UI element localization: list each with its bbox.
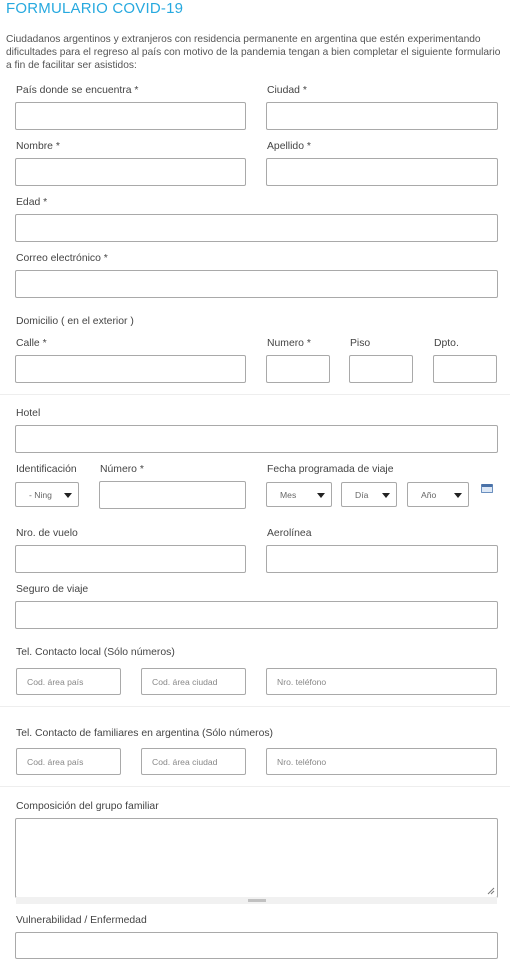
- chevron-down-icon: [382, 492, 390, 498]
- label-vuelo: Nro. de vuelo: [16, 528, 78, 539]
- scrollbar-thumb[interactable]: [248, 899, 266, 902]
- tel-familiares-cod-pais-input[interactable]: Cod. área país: [16, 748, 121, 775]
- anio-select[interactable]: Año: [407, 482, 469, 507]
- chevron-down-icon: [454, 492, 462, 498]
- chevron-down-icon: [64, 492, 72, 498]
- placeholder: Cod. área ciudad: [152, 756, 218, 767]
- dia-select[interactable]: Día: [341, 482, 397, 507]
- anio-select-value: Año: [421, 489, 437, 500]
- label-dpto: Dpto.: [434, 338, 459, 349]
- apellido-input[interactable]: [266, 158, 498, 186]
- tel-local-numero-input[interactable]: Nro. teléfono: [266, 668, 497, 695]
- mes-select-value: Mes: [280, 489, 297, 500]
- form-title: FORMULARIO COVID-19: [6, 0, 184, 17]
- label-piso: Piso: [350, 338, 371, 349]
- label-pais: País donde se encuentra *: [16, 85, 139, 96]
- placeholder: Cod. área ciudad: [152, 676, 218, 687]
- dia-select-value: Día: [355, 489, 369, 500]
- label-grupo-familiar: Composición del grupo familiar: [16, 801, 159, 812]
- divider: [0, 786, 510, 787]
- label-aerolinea: Aerolínea: [267, 528, 312, 539]
- tel-familiares-numero-input[interactable]: Nro. teléfono: [266, 748, 497, 775]
- placeholder: Cod. área país: [27, 676, 84, 687]
- label-vulnerabilidad: Vulnerabilidad / Enfermedad: [16, 915, 147, 926]
- vulnerabilidad-input[interactable]: [15, 932, 498, 959]
- divider: [0, 706, 510, 707]
- label-tel-local: Tel. Contacto local (Sólo números): [16, 647, 175, 658]
- label-seguro: Seguro de viaje: [16, 584, 89, 595]
- tel-local-cod-ciudad-input[interactable]: Cod. área ciudad: [141, 668, 246, 695]
- chevron-down-icon: [317, 492, 325, 498]
- placeholder: Nro. teléfono: [277, 676, 327, 687]
- tel-local-cod-pais-input[interactable]: Cod. área país: [16, 668, 121, 695]
- label-tel-familiares: Tel. Contacto de familiares en argentina…: [16, 728, 274, 739]
- seguro-input[interactable]: [15, 601, 498, 629]
- label-numero-domicilio: Numero *: [267, 338, 311, 349]
- aerolinea-input[interactable]: [266, 545, 498, 573]
- calendar-icon[interactable]: [481, 484, 493, 493]
- ciudad-input[interactable]: [266, 102, 498, 130]
- nombre-input[interactable]: [15, 158, 246, 186]
- correo-input[interactable]: [15, 270, 498, 298]
- label-fecha-viaje: Fecha programada de viaje: [267, 464, 394, 475]
- grupo-familiar-textarea[interactable]: [15, 818, 498, 898]
- hotel-input[interactable]: [15, 425, 498, 453]
- divider: [0, 394, 510, 395]
- numero-domicilio-input[interactable]: [266, 355, 330, 383]
- placeholder: Nro. teléfono: [277, 756, 327, 767]
- label-edad: Edad *: [16, 197, 48, 208]
- piso-input[interactable]: [349, 355, 413, 383]
- identificacion-select[interactable]: - Ning: [15, 482, 79, 507]
- label-correo: Correo electrónico *: [16, 253, 108, 264]
- vuelo-input[interactable]: [15, 545, 246, 573]
- identificacion-select-value: - Ning: [29, 489, 52, 500]
- section-domicilio: Domicilio ( en el exterior ): [16, 316, 134, 327]
- edad-input[interactable]: [15, 214, 498, 242]
- pais-input[interactable]: [15, 102, 246, 130]
- mes-select[interactable]: Mes: [266, 482, 332, 507]
- resize-handle-icon[interactable]: [487, 887, 495, 895]
- label-ciudad: Ciudad *: [267, 85, 307, 96]
- numero-identificacion-input[interactable]: [99, 481, 246, 509]
- form-intro: Ciudadanos argentinos y extranjeros con …: [6, 34, 501, 71]
- label-nombre: Nombre *: [16, 141, 60, 152]
- placeholder: Cod. área país: [27, 756, 84, 767]
- label-numero-identificacion: Número *: [100, 464, 144, 475]
- label-hotel: Hotel: [16, 408, 41, 419]
- dpto-input[interactable]: [433, 355, 497, 383]
- label-apellido: Apellido *: [267, 141, 311, 152]
- calle-input[interactable]: [15, 355, 246, 383]
- label-calle: Calle *: [16, 338, 47, 349]
- tel-familiares-cod-ciudad-input[interactable]: Cod. área ciudad: [141, 748, 246, 775]
- label-identificacion: Identificación: [16, 464, 77, 475]
